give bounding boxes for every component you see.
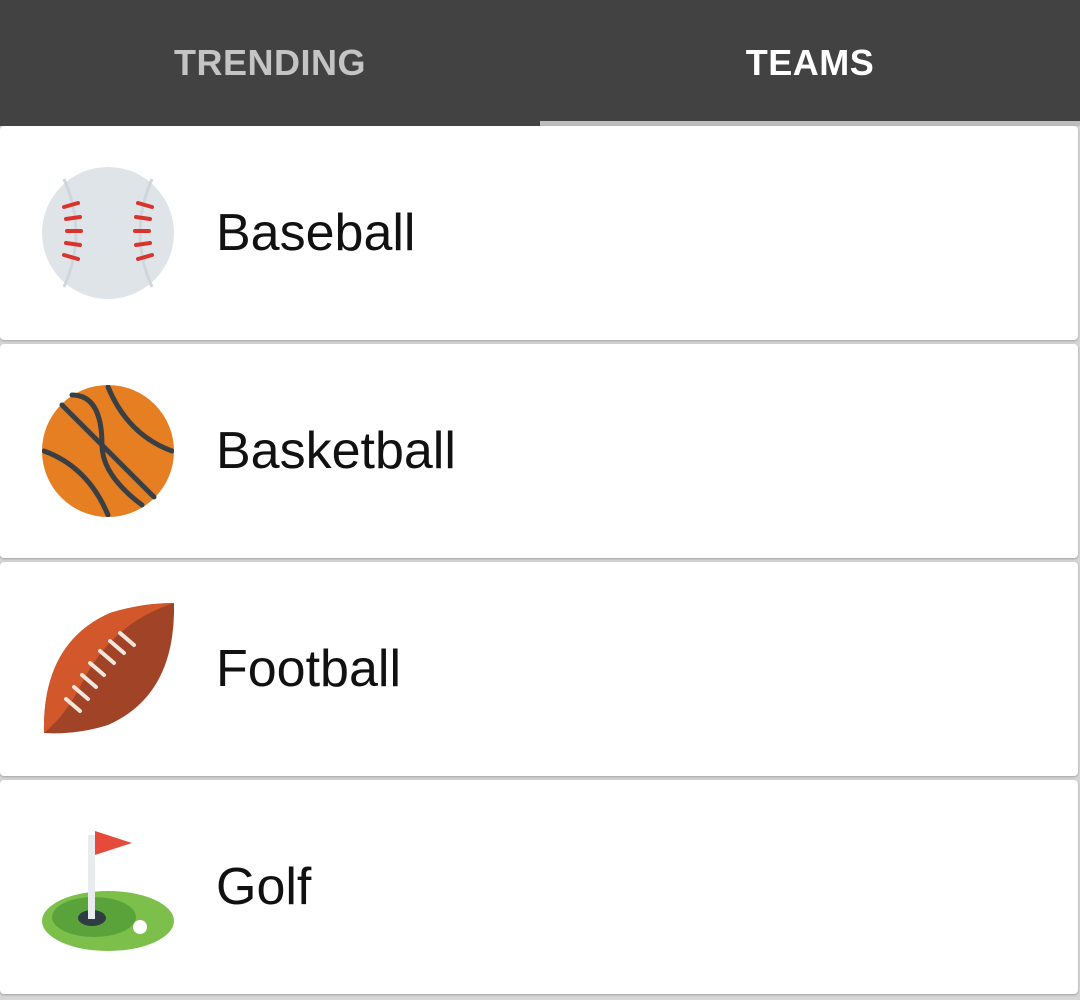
- list-item-football[interactable]: Football: [0, 562, 1078, 776]
- list-item-golf[interactable]: Golf: [0, 780, 1078, 994]
- tab-teams[interactable]: TEAMS: [540, 0, 1080, 126]
- list-item-label: Basketball: [216, 422, 456, 480]
- list-item-basketball[interactable]: Basketball: [0, 344, 1078, 558]
- list-item-label: Baseball: [216, 204, 416, 262]
- basketball-icon: [42, 385, 174, 517]
- list-item-label: Football: [216, 640, 401, 698]
- football-icon: [42, 603, 174, 735]
- tab-bar: TRENDING TEAMS: [0, 0, 1080, 126]
- tab-trending[interactable]: TRENDING: [0, 0, 540, 126]
- golf-icon: [42, 821, 174, 953]
- list-item-label: Golf: [216, 858, 312, 916]
- sports-list: Baseball Basketball Football Golf: [0, 126, 1080, 1000]
- tab-teams-label: TEAMS: [745, 42, 875, 83]
- list-item-baseball[interactable]: Baseball: [0, 126, 1078, 340]
- baseball-icon: [42, 167, 174, 299]
- tab-trending-label: TRENDING: [174, 42, 366, 83]
